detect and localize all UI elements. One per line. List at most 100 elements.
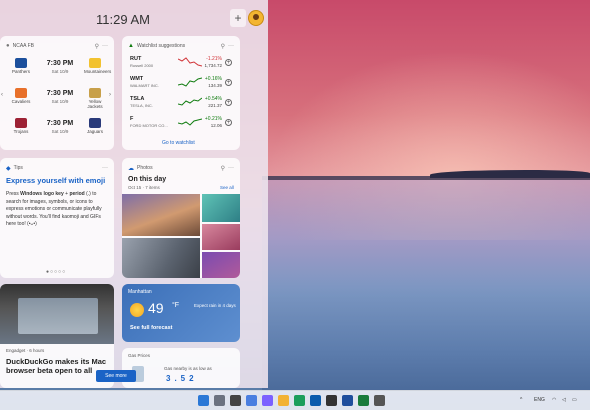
game-date: Sat 10/9 [51,69,69,74]
team-left: Panthers [10,58,32,74]
add-stock-button[interactable]: + [225,119,232,126]
sparkline-icon [178,57,202,67]
language-indicator[interactable]: ENG [534,397,545,403]
go-to-watchlist-link[interactable]: Go to watchlist [162,140,195,146]
stock-row[interactable]: WMT WALMART INC. +0.16% 134.39 + [128,76,234,92]
battery-icon[interactable]: ▭ [572,397,577,403]
pin-icon[interactable]: ⚲ [95,43,99,50]
volume-icon[interactable]: ◁ [562,397,566,403]
weather-note: Expect rain in 4 days [194,303,236,308]
tips-title: Express yourself with emoji [6,176,106,185]
word-icon[interactable] [342,395,353,406]
add-stock-button[interactable]: + [225,59,232,66]
full-forecast-link[interactable]: See full forecast [130,325,173,331]
team-left: Trojans [10,118,32,134]
weather-card[interactable]: Manhattan 49 °F Expect rain in 4 days Se… [122,284,240,342]
team-logo-icon [15,118,27,128]
stock-name: TESLA, INC. [130,103,153,108]
lightbulb-icon: ◆ [6,165,11,172]
see-more-button[interactable]: See more [96,370,136,382]
stock-price: 1,734.72 [204,63,222,68]
file-explorer-icon[interactable] [278,395,289,406]
stock-change: +0.54% [204,96,222,102]
photo-thumbnail[interactable] [202,224,240,250]
avatar[interactable] [248,10,264,26]
gas-label: Gas Prices [128,353,151,358]
search-icon[interactable] [214,395,225,406]
photo-thumbnail[interactable] [202,194,240,222]
watchlist-title: Watchlist suggestions [136,43,186,49]
tips-card-header: ◆ Tips ··· [6,163,108,173]
weather-temp: 49 [148,300,164,316]
team-name: Yellow Jackets [87,99,103,109]
start-icon[interactable] [198,395,209,406]
add-stock-button[interactable]: + [225,79,232,86]
stock-price: 134.39 [208,83,222,88]
stock-change: +0.16% [204,76,222,82]
chat-icon[interactable] [262,395,273,406]
more-icon[interactable]: ··· [228,43,234,49]
team-left: Cavaliers [10,88,32,104]
sparkline-icon [178,118,202,126]
more-icon[interactable]: ··· [102,43,108,49]
excel-icon[interactable] [358,395,369,406]
team-name: Trojans [13,129,29,134]
app-icon[interactable] [374,395,385,406]
task-view-icon[interactable] [230,395,241,406]
photo-thumbnail[interactable] [122,194,200,236]
wifi-icon[interactable]: ◠ [552,397,556,403]
more-icon[interactable]: ··· [228,165,234,171]
terminal-icon[interactable] [326,395,337,406]
wallpaper-water [262,180,590,390]
game-row[interactable]: Trojans 7:30 PM Sat 10/9 Jaguars [4,118,110,142]
sports-card[interactable]: ● NCAA FB ⚲ ··· ‹ › Panthers 7:30 PM Sat… [0,36,114,150]
team-name: Jaguars [86,129,103,134]
chart-icon: ▲ [128,43,134,49]
more-icon[interactable]: ··· [102,165,108,171]
game-row[interactable]: Panthers 7:30 PM Sat 10/9 Mountaineers [4,58,112,82]
tips-label: Tips [13,165,23,171]
wallpaper-island [430,170,590,178]
news-source: Engadget · 6 hours [6,348,45,353]
news-title[interactable]: DuckDuckGo makes its Mac browser beta op… [6,357,110,375]
tips-key: Windows logo key [20,191,64,197]
stock-price: 12.06 [210,123,222,128]
pin-icon[interactable]: ⚲ [221,43,225,50]
carousel-dots[interactable]: ●○○○○ [46,269,66,275]
photos-label: Photos [137,165,153,171]
photos-card[interactable]: ☁ Photos ⚲ ··· On this day Oct 15 · 7 it… [122,158,240,278]
add-stock-button[interactable]: + [225,99,232,106]
stock-row[interactable]: RUT Russell 2000 -1.21% 1,734.72 + [128,56,234,72]
store-icon[interactable] [310,395,321,406]
photo-thumbnail[interactable] [122,238,200,278]
add-widget-button[interactable]: + [230,9,246,27]
previous-arrow-icon[interactable]: ‹ [1,92,3,98]
photos-card-header: ☁ Photos ⚲ ··· [128,163,234,173]
stock-symbol: WMT [130,76,144,82]
game-time: 7:30 PM [46,120,74,127]
stock-change: -1.21% [206,56,222,62]
gas-price: 3.52 [166,374,198,383]
game-date: Sat 10/9 [51,99,69,104]
team-right: Jaguars [84,118,106,134]
game-row[interactable]: Cavaliers 7:30 PM Sat 10/9 Yellow Jacket… [4,88,110,112]
football-icon: ● [6,43,10,49]
tray-chevron-icon[interactable]: ^ [520,397,522,403]
pin-icon[interactable]: ⚲ [221,165,225,172]
tips-card[interactable]: ◆ Tips ··· Express yourself with emoji P… [0,158,114,278]
team-logo-icon [89,118,101,128]
stock-name: Russell 2000 [130,63,154,68]
watchlist-card[interactable]: ▲ Watchlist suggestions ⚲ ··· RUT Russel… [122,36,240,150]
edge-icon[interactable] [294,395,305,406]
sparkline-icon [178,77,202,87]
photo-thumbnail[interactable] [202,252,240,278]
stock-row[interactable]: TSLA TESLA, INC. +0.54% 221.37 + [128,96,234,112]
game-time: 7:30 PM [46,60,74,67]
stock-name: FORD MOTOR CO... [130,123,168,128]
tips-key: period [69,191,85,197]
widgets-icon[interactable] [246,395,257,406]
see-all-link[interactable]: See all [220,185,234,190]
stock-row[interactable]: F FORD MOTOR CO... +0.21% 12.06 + [128,116,234,132]
team-name: Mountaineers [84,69,112,74]
gas-card[interactable]: Gas Prices Gas nearby is as low as 3.52 [122,348,240,388]
